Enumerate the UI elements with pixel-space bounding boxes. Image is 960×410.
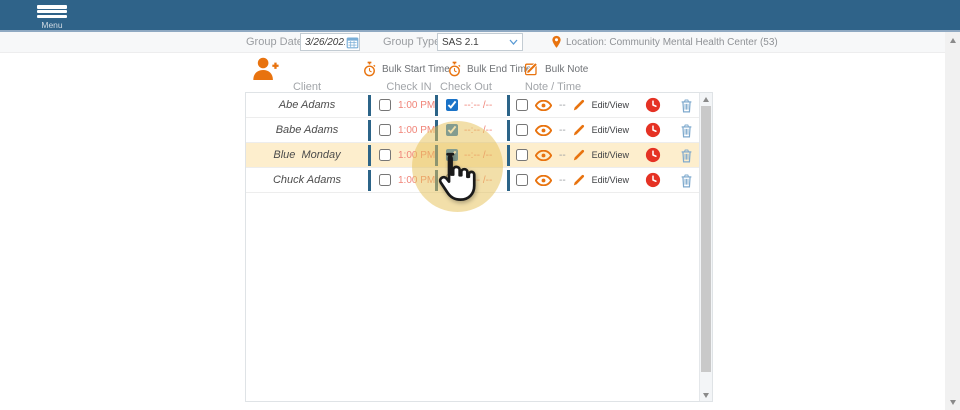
table-row-chuck-adams: Chuck Adams 1:00 PM --:-- /-- -- Edit/Vi… <box>246 168 712 193</box>
eye-icon[interactable] <box>535 125 552 136</box>
check-in-checkbox[interactable] <box>379 174 391 186</box>
note-checkbox[interactable] <box>516 174 528 186</box>
table-row-abe-adams: Abe Adams 1:00 PM --:-- /-- -- Edit/View <box>246 93 712 118</box>
eye-icon[interactable] <box>535 175 552 186</box>
scroll-down-arrow[interactable] <box>700 389 712 401</box>
pencil-icon[interactable] <box>573 124 585 136</box>
edit-view-link[interactable]: Edit/View <box>592 175 629 185</box>
attendance-table: Abe Adams 1:00 PM --:-- /-- -- Edit/View <box>245 92 713 402</box>
hamburger-icon <box>37 5 67 18</box>
red-clock-icon[interactable] <box>645 122 661 138</box>
check-in-time: 1:00 PM <box>398 100 435 111</box>
group-toolbar: Group Date: Group Type: SAS 2.1 Location… <box>0 32 945 53</box>
check-out-time: --:-- /-- <box>464 125 492 136</box>
check-out-time: --:-- /-- <box>464 175 492 186</box>
group-type-select[interactable]: SAS 2.1 <box>437 33 523 51</box>
eye-icon[interactable] <box>535 100 552 111</box>
check-in-time: 1:00 PM <box>398 125 435 136</box>
location-text: Location: Community Mental Health Center… <box>566 37 778 48</box>
person-plus-icon <box>251 56 281 82</box>
stopwatch-icon <box>362 61 377 77</box>
group-type-label: Group Type: <box>383 36 443 48</box>
bulk-start-time-label: Bulk Start Time <box>382 64 450 75</box>
note-checkbox[interactable] <box>516 149 528 161</box>
note-time-value: -- <box>559 125 566 136</box>
bulk-note-label: Bulk Note <box>545 64 588 75</box>
page-scrollbar[interactable] <box>945 32 960 410</box>
page-scroll-down-arrow[interactable] <box>947 396 959 408</box>
client-name: Chuck Adams <box>246 174 368 186</box>
chevron-down-icon <box>509 39 518 45</box>
red-clock-icon[interactable] <box>645 97 661 113</box>
edit-view-link[interactable]: Edit/View <box>592 100 629 110</box>
trash-icon[interactable] <box>680 148 693 163</box>
pencil-icon[interactable] <box>573 99 585 111</box>
table-scrollbar[interactable] <box>699 93 712 401</box>
top-navbar: Menu <box>0 0 960 32</box>
check-in-time: 1:00 PM <box>398 150 435 161</box>
trash-icon[interactable] <box>680 123 693 138</box>
table-row-babe-adams: Babe Adams 1:00 PM --:-- /-- -- Edit/Vie… <box>246 118 712 143</box>
page-scroll-up-arrow[interactable] <box>947 34 959 46</box>
pencil-icon[interactable] <box>573 149 585 161</box>
note-time-value: -- <box>559 100 566 111</box>
check-out-checkbox[interactable] <box>446 149 458 161</box>
eye-icon[interactable] <box>535 150 552 161</box>
note-pencil-icon <box>524 61 540 77</box>
check-out-time: --:-- /-- <box>464 100 492 111</box>
check-out-time: --:-- /-- <box>464 150 492 161</box>
client-name: Abe Adams <box>246 99 368 111</box>
note-checkbox[interactable] <box>516 99 528 111</box>
red-clock-icon[interactable] <box>645 147 661 163</box>
scroll-up-arrow[interactable] <box>700 93 712 105</box>
group-date-field <box>300 33 360 51</box>
note-time-value: -- <box>559 150 566 161</box>
group-date-input[interactable] <box>301 37 345 48</box>
menu-button[interactable]: Menu <box>34 3 70 30</box>
calendar-icon[interactable] <box>345 34 359 50</box>
check-out-checkbox[interactable] <box>446 99 458 111</box>
client-name: Babe Adams <box>246 124 368 136</box>
group-date-label: Group Date: <box>246 36 306 48</box>
trash-icon[interactable] <box>680 98 693 113</box>
check-out-checkbox[interactable] <box>446 124 458 136</box>
edit-view-link[interactable]: Edit/View <box>592 150 629 160</box>
group-type-value: SAS 2.1 <box>442 37 479 48</box>
table-scrollbar-thumb[interactable] <box>701 106 711 372</box>
bulk-note-button[interactable]: Bulk Note <box>524 61 588 77</box>
check-in-checkbox[interactable] <box>379 99 391 111</box>
note-time-value: -- <box>559 175 566 186</box>
stopwatch-icon <box>447 61 462 77</box>
location-indicator: Location: Community Mental Health Center… <box>551 35 778 49</box>
bulk-end-time-label: Bulk End Time <box>467 64 531 75</box>
menu-button-label: Menu <box>41 20 62 30</box>
pencil-icon[interactable] <box>573 174 585 186</box>
bulk-end-time-button[interactable]: Bulk End Time <box>447 61 531 77</box>
trash-icon[interactable] <box>680 173 693 188</box>
check-in-checkbox[interactable] <box>379 124 391 136</box>
check-out-checkbox[interactable] <box>446 174 458 186</box>
red-clock-icon[interactable] <box>645 172 661 188</box>
bulk-start-time-button[interactable]: Bulk Start Time <box>362 61 450 77</box>
client-name: Blue Monday <box>246 149 368 161</box>
table-row-blue-monday: Blue Monday 1:00 PM --:-- /-- -- Edit/Vi… <box>246 143 712 168</box>
check-in-checkbox[interactable] <box>379 149 391 161</box>
note-checkbox[interactable] <box>516 124 528 136</box>
edit-view-link[interactable]: Edit/View <box>592 125 629 135</box>
check-in-time: 1:00 PM <box>398 175 435 186</box>
map-pin-icon <box>551 35 562 49</box>
